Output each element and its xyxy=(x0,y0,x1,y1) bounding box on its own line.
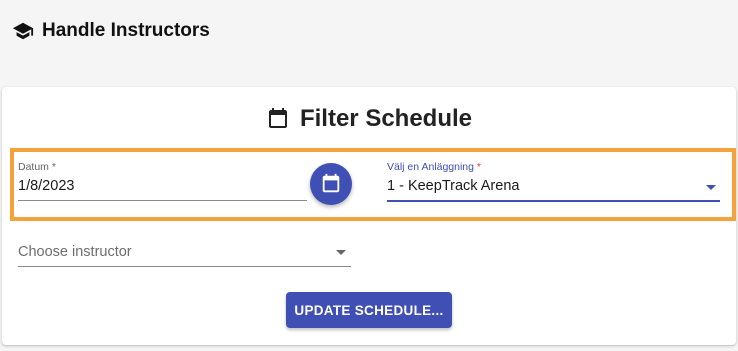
page-title: Handle Instructors xyxy=(42,20,210,41)
instructor-select[interactable]: Choose instructor xyxy=(18,244,132,260)
update-schedule-button[interactable]: UPDATE SCHEDULE... xyxy=(286,292,452,328)
highlight-box xyxy=(10,148,736,221)
instructor-select-underline xyxy=(18,266,351,267)
facility-select-label: Välj en Anläggning * xyxy=(387,161,482,173)
card-title-text: Filter Schedule xyxy=(299,105,473,132)
chevron-down-icon[interactable] xyxy=(336,250,346,255)
calendar-icon xyxy=(266,106,290,132)
calendar-icon xyxy=(320,173,342,195)
calendar-button[interactable] xyxy=(310,163,352,205)
facility-select[interactable]: 1 - KeepTrack Arena xyxy=(387,178,519,194)
date-field-label: Datum * xyxy=(18,161,56,173)
date-field-underline xyxy=(18,200,307,201)
page-header: Handle Instructors xyxy=(12,20,210,42)
chevron-down-icon[interactable] xyxy=(706,185,716,190)
graduation-cap-icon xyxy=(12,20,34,42)
card-title: Filter Schedule xyxy=(2,105,736,133)
required-mark: * xyxy=(476,161,482,173)
facility-select-underline xyxy=(387,200,720,202)
filter-schedule-card: Filter Schedule Datum * 1/8/2023 Välj en… xyxy=(2,87,736,345)
date-field-input[interactable]: 1/8/2023 xyxy=(18,178,74,194)
